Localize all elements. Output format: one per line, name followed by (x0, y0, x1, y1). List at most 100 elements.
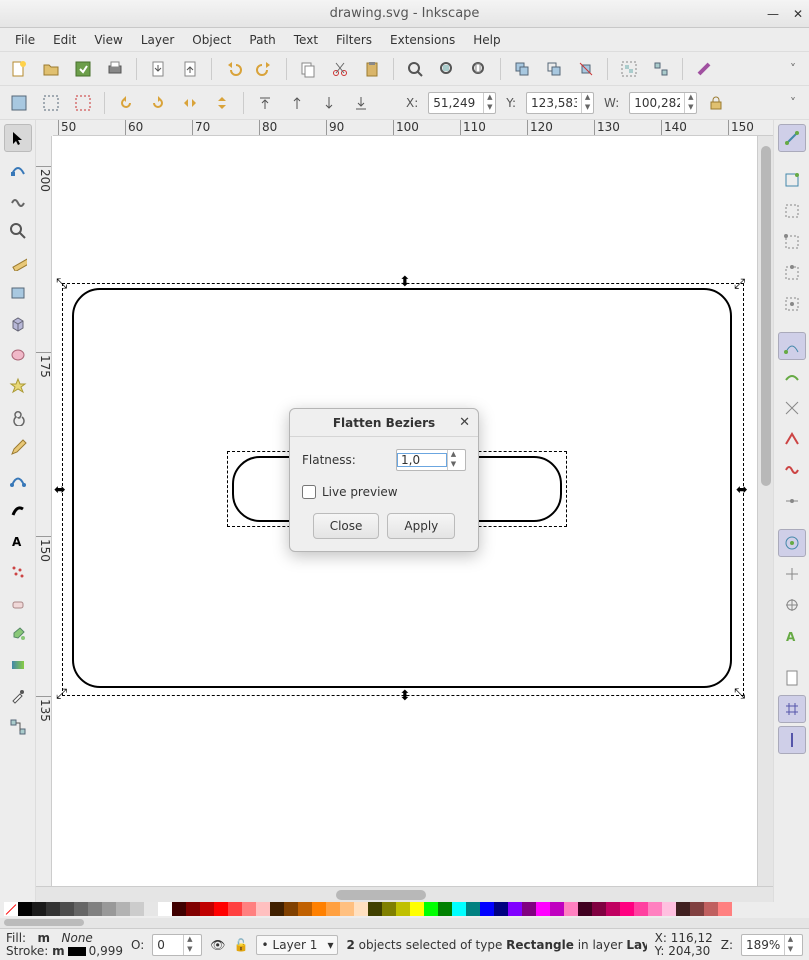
handle-sw[interactable]: ⤢ (56, 686, 67, 702)
fill-value[interactable]: None (62, 931, 93, 945)
connector-tool-icon[interactable] (4, 713, 32, 741)
controls-overflow-icon[interactable]: ˅ (783, 93, 803, 113)
flatness-input[interactable]: ▲▼ (396, 449, 466, 471)
swatch[interactable] (270, 902, 284, 916)
menu-view[interactable]: View (85, 30, 131, 50)
snap-guide-icon[interactable] (778, 726, 806, 754)
swatch[interactable] (242, 902, 256, 916)
swatch[interactable] (396, 902, 410, 916)
lower-bottom-icon[interactable] (348, 90, 374, 116)
ruler-horizontal[interactable]: 50 60 70 80 90 100 110 120 130 140 150 (53, 120, 773, 136)
menu-text[interactable]: Text (285, 30, 327, 50)
handle-nw[interactable]: ⤡ (56, 276, 67, 292)
swatch[interactable] (466, 902, 480, 916)
pencil-tool-icon[interactable] (4, 434, 32, 462)
zoom-input[interactable]: ▲▼ (741, 934, 803, 956)
swatch[interactable] (312, 902, 326, 916)
swatch[interactable] (200, 902, 214, 916)
menu-help[interactable]: Help (464, 30, 509, 50)
swatch[interactable] (452, 902, 466, 916)
dropper-tool-icon[interactable] (4, 682, 32, 710)
swatch[interactable] (144, 902, 158, 916)
rectangle-tool-icon[interactable] (4, 279, 32, 307)
y-input[interactable]: ▲▼ (526, 92, 594, 114)
snap-center-icon[interactable] (778, 560, 806, 588)
swatch[interactable] (186, 902, 200, 916)
node-tool-icon[interactable] (4, 155, 32, 183)
rotate-ccw-icon[interactable] (113, 90, 139, 116)
paste-icon[interactable] (359, 56, 385, 82)
swatch[interactable] (158, 902, 172, 916)
opacity-input[interactable]: ▲▼ (152, 934, 202, 956)
swatch[interactable] (480, 902, 494, 916)
dialog-title-bar[interactable]: Flatten Beziers ✕ (290, 409, 478, 437)
handle-w[interactable]: ⬌ (54, 482, 66, 498)
snap-bbox-center-icon[interactable] (778, 290, 806, 318)
w-input[interactable]: ▲▼ (629, 92, 697, 114)
snap-cusp-icon[interactable] (778, 425, 806, 453)
swatch[interactable] (550, 902, 564, 916)
swatch-none[interactable] (4, 902, 18, 916)
menu-extensions[interactable]: Extensions (381, 30, 464, 50)
zoom-drawing-icon[interactable] (434, 56, 460, 82)
snap-intersection-icon[interactable] (778, 394, 806, 422)
measure-tool-icon[interactable] (4, 248, 32, 276)
snap-bbox-edge-icon[interactable] (778, 197, 806, 225)
import-icon[interactable] (145, 56, 171, 82)
swatch[interactable] (382, 902, 396, 916)
ungroup-icon[interactable] (648, 56, 674, 82)
layer-lock-icon[interactable]: 🔓 (234, 938, 249, 952)
swatch[interactable] (284, 902, 298, 916)
menu-path[interactable]: Path (240, 30, 284, 50)
handle-e[interactable]: ⬌ (736, 482, 748, 498)
swatch[interactable] (18, 902, 32, 916)
swatch[interactable] (676, 902, 690, 916)
swatch[interactable] (354, 902, 368, 916)
swatch[interactable] (606, 902, 620, 916)
swatch[interactable] (60, 902, 74, 916)
export-icon[interactable] (177, 56, 203, 82)
calligraphy-tool-icon[interactable] (4, 496, 32, 524)
swatch[interactable] (662, 902, 676, 916)
swatch[interactable] (592, 902, 606, 916)
spiral-tool-icon[interactable] (4, 403, 32, 431)
ruler-vertical[interactable]: 200 175 150 135 (36, 136, 52, 886)
snap-smooth-icon[interactable] (778, 456, 806, 484)
menu-layer[interactable]: Layer (132, 30, 183, 50)
minimize-icon[interactable]: — (767, 7, 779, 21)
raise-icon[interactable] (284, 90, 310, 116)
live-preview-checkbox[interactable] (302, 485, 316, 499)
swatch[interactable] (424, 902, 438, 916)
stroke-value[interactable]: 0,999 (89, 944, 123, 958)
lock-icon[interactable] (703, 90, 729, 116)
snap-rotation-icon[interactable] (778, 591, 806, 619)
swatch[interactable] (410, 902, 424, 916)
selector-tool-icon[interactable] (4, 124, 32, 152)
redo-icon[interactable] (252, 56, 278, 82)
spray-tool-icon[interactable] (4, 558, 32, 586)
color-palette[interactable] (0, 902, 809, 918)
swatch[interactable] (368, 902, 382, 916)
swatch[interactable] (536, 902, 550, 916)
layer-visibility-icon[interactable]: 👁 (210, 938, 225, 952)
apply-button[interactable]: Apply (387, 513, 455, 539)
swatch[interactable] (172, 902, 186, 916)
circle-tool-icon[interactable] (4, 341, 32, 369)
snap-nodes-icon[interactable] (778, 332, 806, 360)
zoom-tool-icon[interactable] (4, 217, 32, 245)
swatch[interactable] (298, 902, 312, 916)
lower-icon[interactable] (316, 90, 342, 116)
raise-top-icon[interactable] (252, 90, 278, 116)
swatch[interactable] (228, 902, 242, 916)
snap-enable-icon[interactable] (778, 124, 806, 152)
flip-v-icon[interactable] (209, 90, 235, 116)
bucket-tool-icon[interactable] (4, 620, 32, 648)
new-file-icon[interactable] (6, 56, 32, 82)
swatch[interactable] (326, 902, 340, 916)
swatch[interactable] (704, 902, 718, 916)
cut-icon[interactable] (327, 56, 353, 82)
snap-path-icon[interactable] (778, 363, 806, 391)
close-button[interactable]: Close (313, 513, 380, 539)
menu-edit[interactable]: Edit (44, 30, 85, 50)
open-file-icon[interactable] (38, 56, 64, 82)
